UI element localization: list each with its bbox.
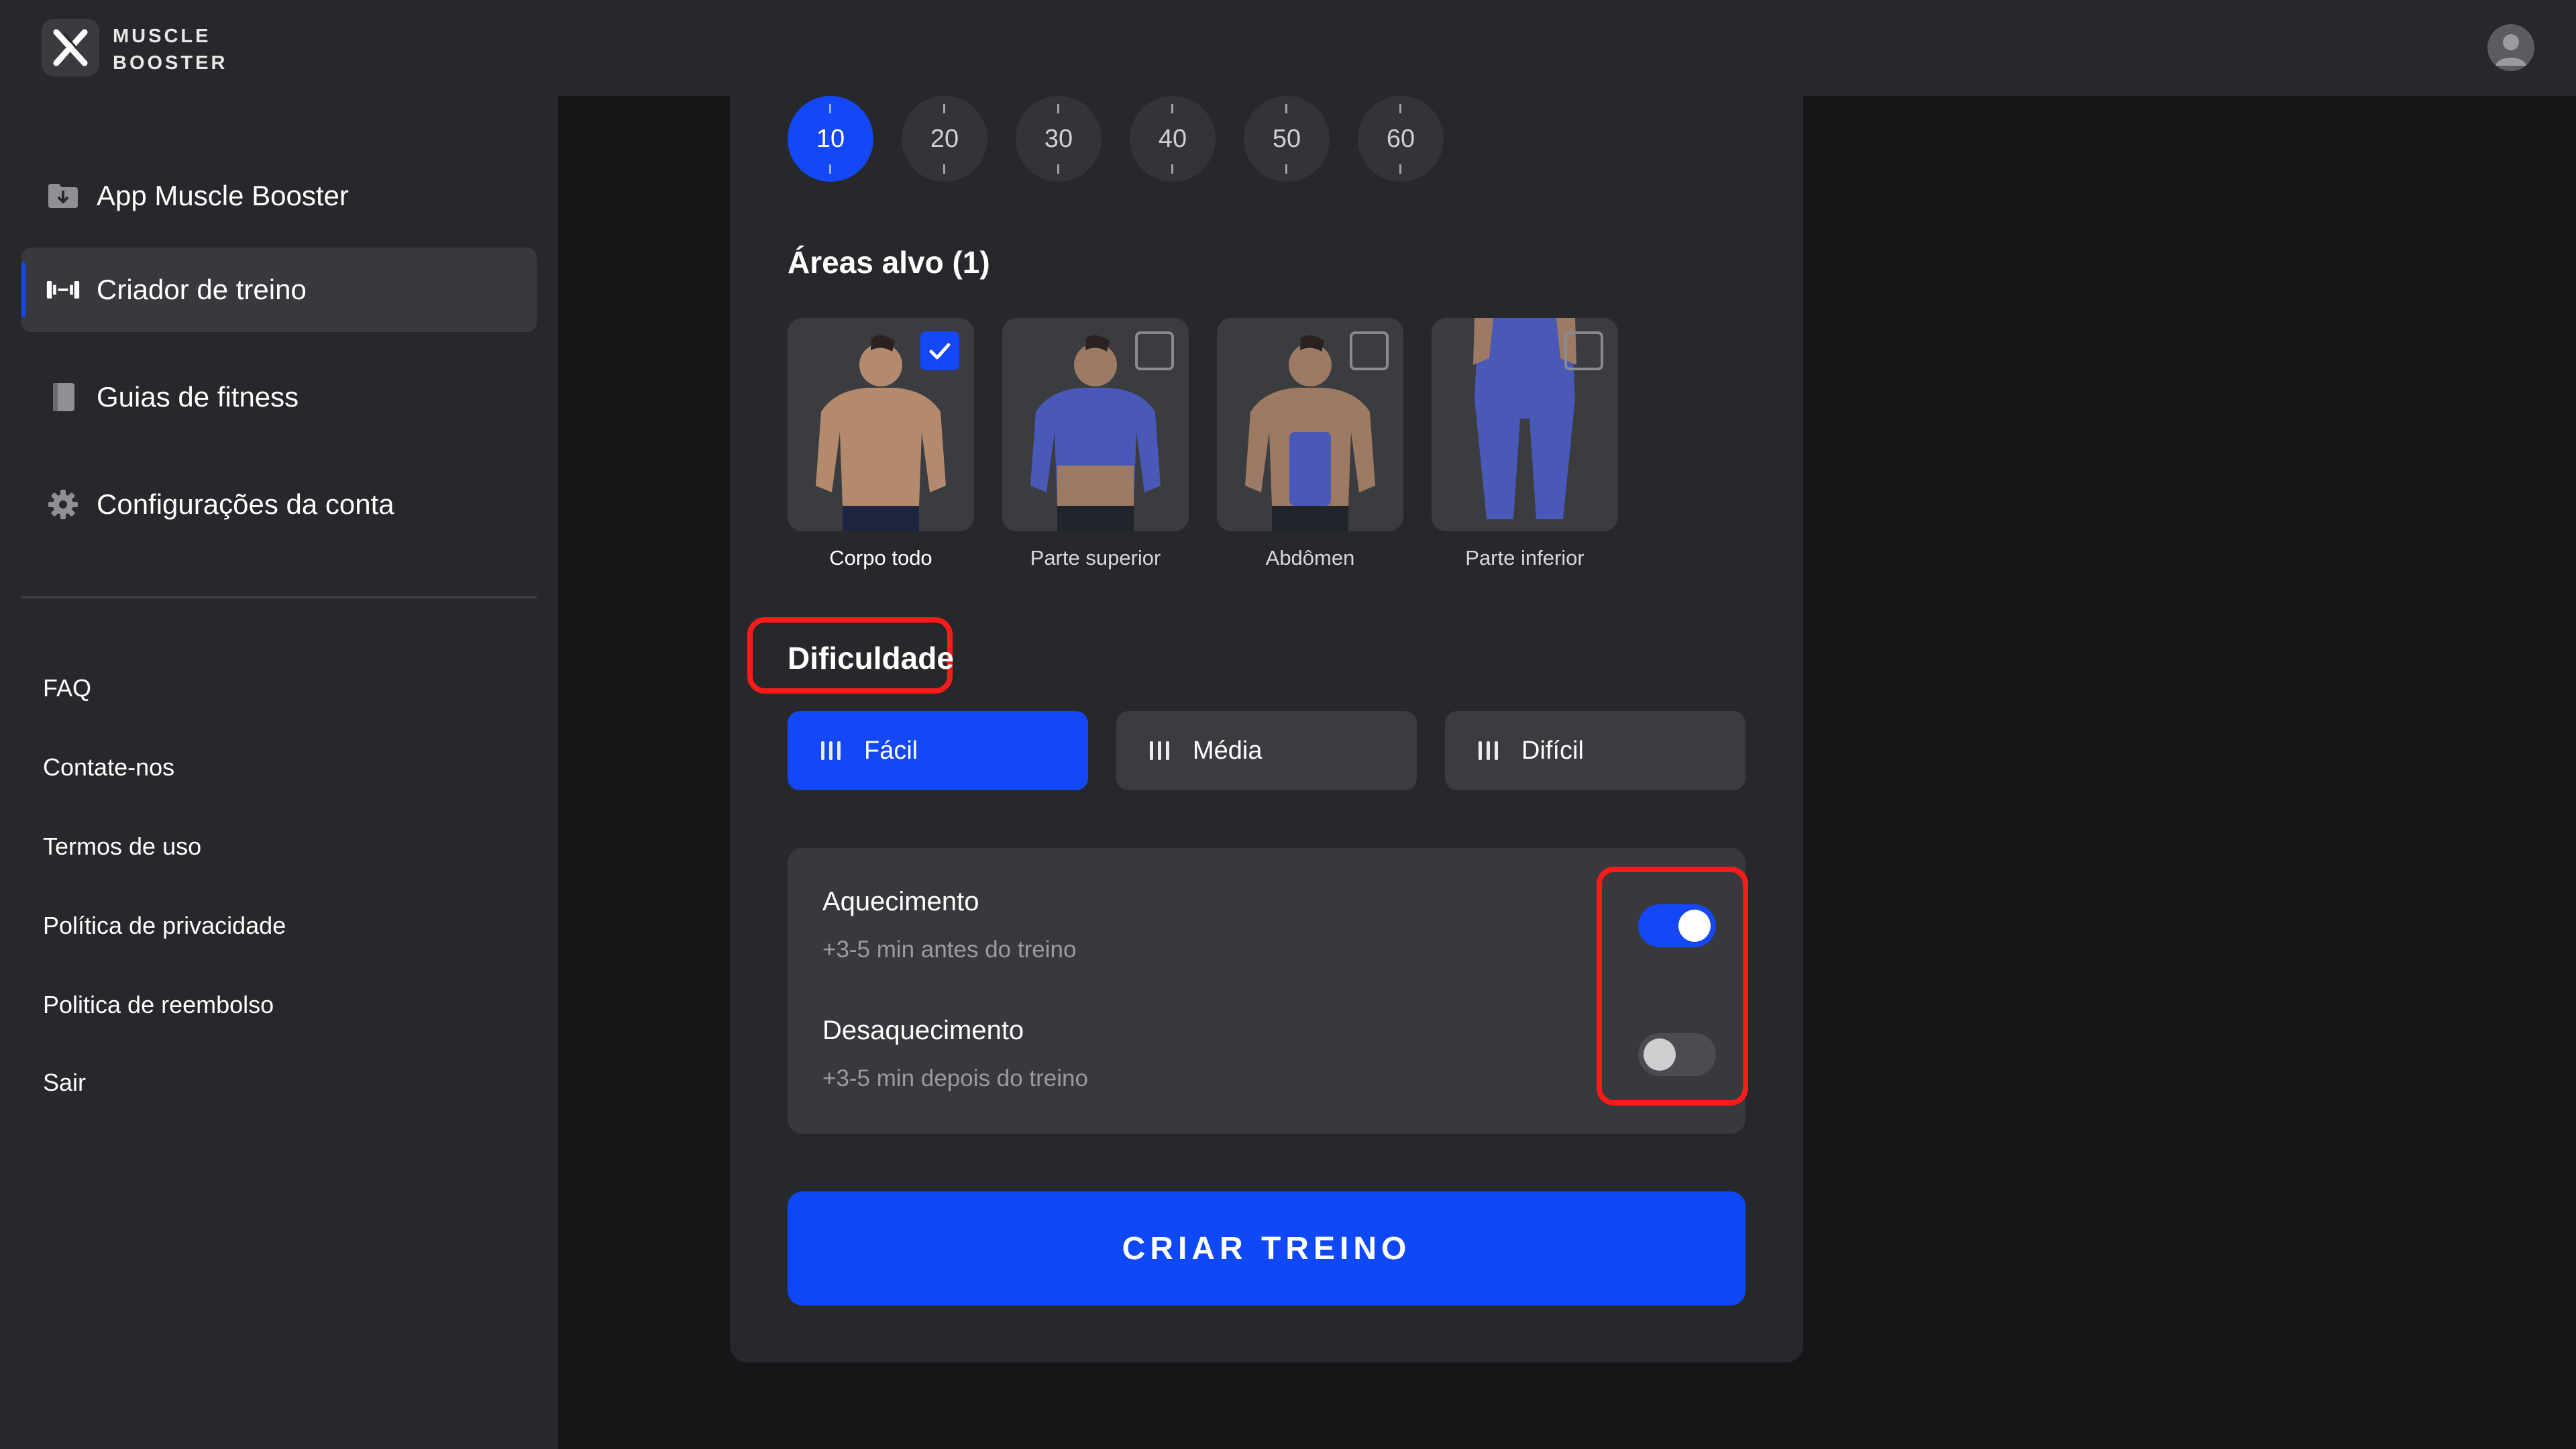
area-label-full-body: Corpo todo [829,546,932,570]
difficulty-title: Dificuldade [788,641,954,676]
user-avatar-icon[interactable] [2487,24,2534,71]
link-refund[interactable]: Politica de reembolso [43,991,274,1019]
upper-body-checkbox[interactable] [1135,331,1174,370]
duration-value: 30 [1044,124,1073,153]
top-bar: MUSCLE BOOSTER [0,0,2576,96]
download-folder-icon [46,178,80,213]
lower-body-checkbox[interactable] [1564,331,1603,370]
area-card-full-body[interactable] [788,318,974,531]
link-contact[interactable]: Contate-nos [43,753,174,782]
duration-value: 20 [930,124,959,153]
cooldown-title: Desaquecimento [822,1016,1024,1045]
duration-option-20[interactable]: 20 [902,96,987,182]
difficulty-bars-icon [1150,741,1173,760]
sidebar-item-label: Criador de treino [97,274,307,305]
sidebar-item-label: Guias de fitness [97,381,299,413]
difficulty-bars-icon [1479,741,1501,760]
link-faq[interactable]: FAQ [43,674,91,702]
create-workout-button[interactable]: CRIAR TREINO [788,1191,1746,1305]
app-logo-text: MUSCLE BOOSTER [113,23,227,76]
gear-icon [46,487,80,522]
difficulty-medium-button[interactable]: Média [1116,711,1417,790]
full-body-checkbox[interactable] [920,331,959,370]
difficulty-easy-button[interactable]: Fácil [788,711,1088,790]
area-card-abs[interactable] [1217,318,1403,531]
book-icon [46,380,80,415]
duration-option-10[interactable]: 10 [788,96,873,182]
duration-value: 40 [1158,124,1187,153]
area-label-upper-body: Parte superior [1030,546,1161,570]
difficulty-hard-button[interactable]: Difícil [1445,711,1746,790]
sidebar-item-workout-creator[interactable]: Criador de treino [21,248,537,332]
duration-option-40[interactable]: 40 [1130,96,1216,182]
area-label-lower-body: Parte inferior [1465,546,1585,570]
duration-value: 50 [1272,124,1301,153]
target-areas-title: Áreas alvo (1) [788,245,990,280]
logo-line-2: BOOSTER [113,52,228,74]
muscle-booster-logo-icon[interactable] [42,19,99,76]
duration-option-50[interactable]: 50 [1244,96,1330,182]
abs-checkbox[interactable] [1350,331,1389,370]
area-label-abs: Abdômen [1265,546,1355,570]
duration-option-30[interactable]: 30 [1016,96,1102,182]
area-card-upper-body[interactable] [1002,318,1189,531]
sidebar-item-label: Configurações da conta [97,488,394,520]
sidebar: App Muscle Booster Criador de treino Gui… [0,96,558,1449]
difficulty-bars-icon [821,741,844,760]
sidebar-item-account-settings[interactable]: Configurações da conta [21,462,537,547]
difficulty-label: Fácil [864,736,918,765]
sidebar-divider [21,596,537,598]
dumbbell-icon [46,272,80,307]
area-card-lower-body[interactable] [1432,318,1618,531]
link-terms[interactable]: Termos de uso [43,833,201,861]
sidebar-item-label: App Muscle Booster [97,180,349,211]
duration-option-60[interactable]: 60 [1358,96,1444,182]
difficulty-label: Média [1193,736,1263,765]
duration-value: 60 [1386,124,1415,153]
warmup-subtitle: +3-5 min antes do treino [822,936,1077,963]
duration-value: 10 [816,124,845,153]
difficulty-label: Difícil [1521,736,1584,765]
sidebar-item-fitness-guides[interactable]: Guias de fitness [21,355,537,439]
link-logout[interactable]: Sair [43,1069,86,1097]
cooldown-subtitle: +3-5 min depois do treino [822,1065,1088,1091]
link-privacy[interactable]: Política de privacidade [43,912,286,940]
warmup-title: Aquecimento [822,887,979,916]
toggles-highlight-box [1597,867,1748,1106]
logo-line-1: MUSCLE [113,25,211,47]
sidebar-item-app[interactable]: App Muscle Booster [21,154,537,238]
